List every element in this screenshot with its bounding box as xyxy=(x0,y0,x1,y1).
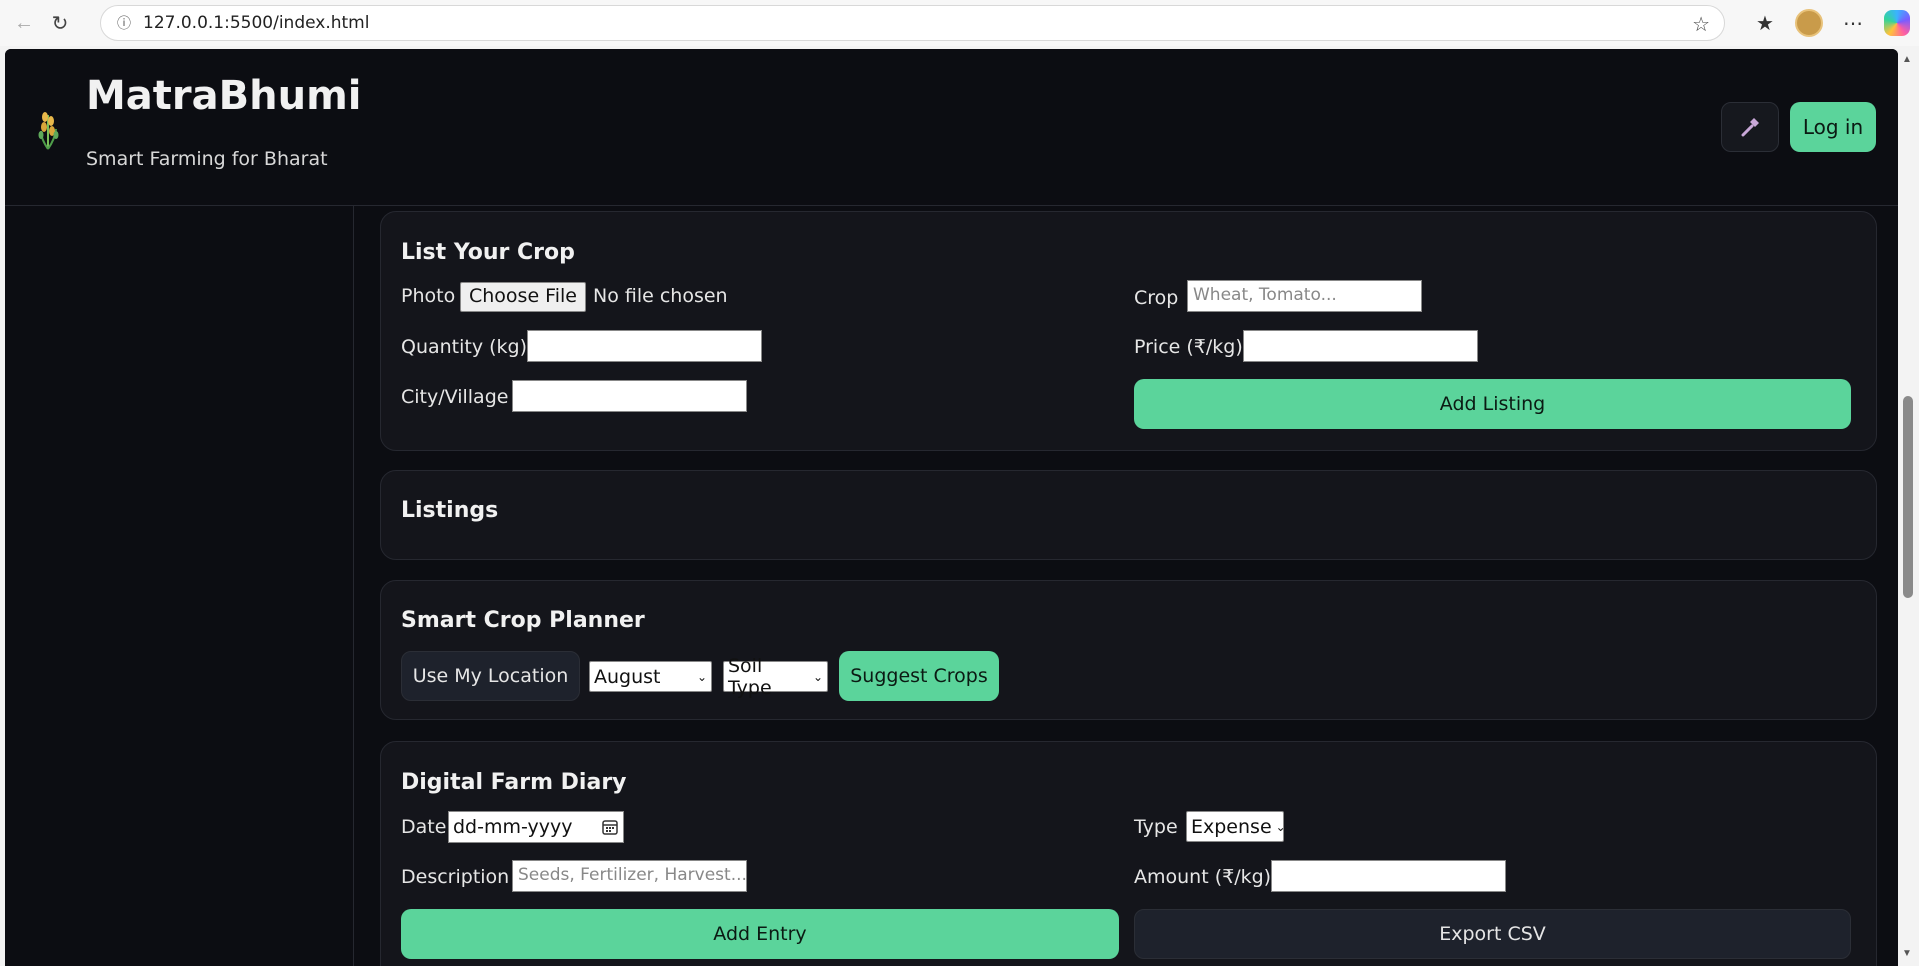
description-input[interactable]: Seeds, Fertilizer, Harvest... xyxy=(512,860,747,892)
copilot-button[interactable] xyxy=(1875,10,1919,36)
profile-avatar-button[interactable] xyxy=(1787,9,1831,37)
chevron-down-icon: ⌄ xyxy=(696,669,707,684)
chevron-down-icon: ⌄ xyxy=(812,669,823,684)
sidebar-divider xyxy=(353,206,354,966)
back-icon[interactable]: ← xyxy=(6,5,42,41)
brand-title: MatraBhumi xyxy=(86,73,362,119)
list-crop-card: List Your Crop Photo Choose File No file… xyxy=(380,211,1877,451)
login-button[interactable]: Log in xyxy=(1790,102,1876,152)
avatar xyxy=(1795,9,1823,37)
copilot-icon xyxy=(1884,10,1910,36)
add-entry-button[interactable]: Add Entry xyxy=(401,909,1119,959)
month-select-value: August xyxy=(594,665,661,688)
city-label: City/Village xyxy=(401,386,509,408)
photo-label: Photo xyxy=(401,285,456,307)
address-bar[interactable]: ⓘ 127.0.0.1:5500/index.html ☆ xyxy=(100,5,1725,41)
price-input[interactable] xyxy=(1243,330,1478,362)
page-scrollbar[interactable]: ▲ ▼ xyxy=(1898,46,1919,966)
theme-toggle-button[interactable] xyxy=(1721,102,1779,152)
month-select[interactable]: August ⌄ xyxy=(589,661,712,692)
date-input[interactable]: dd-mm-yyyy xyxy=(448,811,624,843)
add-listing-button[interactable]: Add Listing xyxy=(1134,379,1851,429)
more-options-icon[interactable]: ⋯ xyxy=(1831,11,1875,36)
listings-title: Listings xyxy=(401,498,499,523)
url-text[interactable]: 127.0.0.1:5500/index.html xyxy=(143,13,369,33)
favorites-icon[interactable]: ★ xyxy=(1743,11,1787,36)
price-label: Price (₹/kg) xyxy=(1134,336,1243,358)
quantity-input[interactable] xyxy=(527,330,762,362)
hammer-icon xyxy=(1741,118,1759,137)
choose-file-button[interactable]: Choose File xyxy=(460,282,586,312)
city-input[interactable] xyxy=(512,380,747,412)
description-label: Description xyxy=(401,866,510,888)
crop-label: Crop xyxy=(1134,287,1179,309)
site-info-icon[interactable]: ⓘ xyxy=(109,13,139,33)
reload-icon[interactable]: ↻ xyxy=(42,5,78,41)
amount-label: Amount (₹/kg) xyxy=(1134,866,1272,888)
file-status-text: No file chosen xyxy=(593,285,728,307)
use-location-button[interactable]: Use My Location xyxy=(401,651,580,701)
crop-planner-card: Smart Crop Planner Use My Location Augus… xyxy=(380,580,1877,720)
page-viewport: MatraBhumi Smart Farming for Bharat Log … xyxy=(5,49,1898,966)
quantity-label: Quantity (kg) xyxy=(401,336,528,358)
scroll-down-icon[interactable]: ▼ xyxy=(1902,948,1912,959)
date-placeholder: dd-mm-yyyy xyxy=(453,816,573,838)
suggest-crops-button[interactable]: Suggest Crops xyxy=(839,651,999,701)
favorite-star-icon[interactable]: ☆ xyxy=(1692,12,1710,37)
listings-card: Listings xyxy=(380,470,1877,560)
soil-select-value: Soil Type xyxy=(728,654,772,699)
list-crop-title: List Your Crop xyxy=(401,240,575,265)
wheat-logo-icon xyxy=(38,112,59,150)
crop-input[interactable]: Wheat, Tomato... xyxy=(1187,280,1422,312)
farm-diary-title: Digital Farm Diary xyxy=(401,770,627,795)
type-label: Type xyxy=(1134,816,1178,838)
calendar-icon[interactable] xyxy=(601,818,619,836)
farm-diary-card: Digital Farm Diary Date dd-mm-yyyy Type … xyxy=(380,741,1877,966)
date-label: Date xyxy=(401,816,447,838)
soil-type-select[interactable]: Soil Type ⌄ xyxy=(723,655,828,699)
type-select-value: Expense xyxy=(1191,815,1272,838)
type-select[interactable]: Expense ⌄ xyxy=(1186,811,1286,842)
amount-input[interactable] xyxy=(1271,860,1506,892)
chevron-down-icon: ⌄ xyxy=(1275,819,1286,834)
crop-planner-title: Smart Crop Planner xyxy=(401,608,645,633)
app-header: MatraBhumi Smart Farming for Bharat Log … xyxy=(5,49,1898,206)
brand-subtitle: Smart Farming for Bharat xyxy=(86,148,328,170)
scroll-up-icon[interactable]: ▲ xyxy=(1902,54,1912,65)
browser-toolbar: ← ↻ ⓘ 127.0.0.1:5500/index.html ☆ ★ ⋯ xyxy=(0,0,1919,46)
export-csv-button[interactable]: Export CSV xyxy=(1134,909,1851,959)
scroll-thumb[interactable] xyxy=(1903,396,1913,598)
